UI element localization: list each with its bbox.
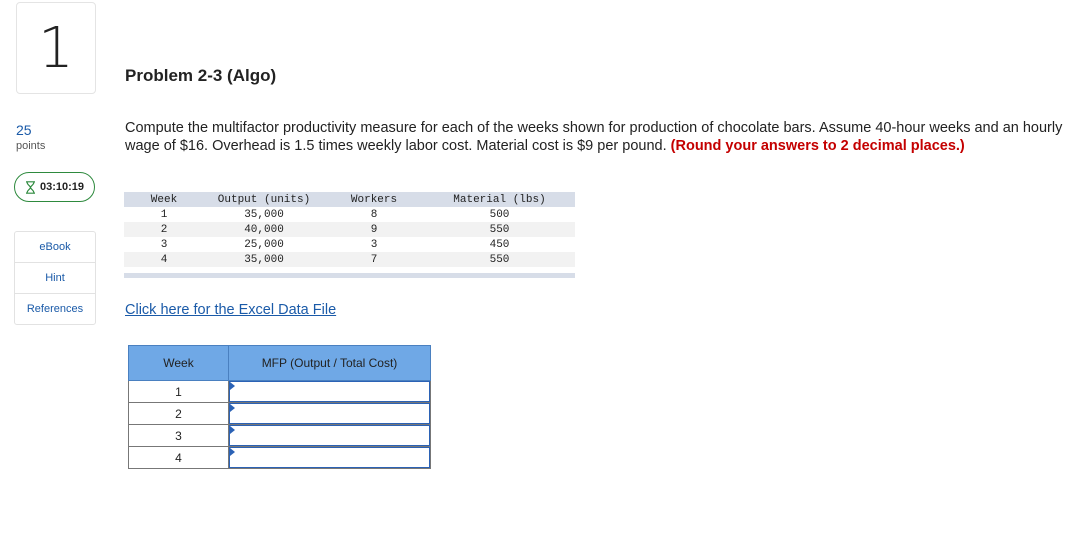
mfp-input-week-2[interactable] (229, 403, 430, 424)
table-row: 1 (128, 380, 431, 403)
data-cell: 550 (424, 222, 575, 237)
problem-title: Problem 2-3 (Algo) (125, 66, 277, 85)
ebook-link[interactable]: eBook (15, 232, 95, 263)
data-cell: 35,000 (244, 208, 284, 221)
answer-week-cell: 1 (128, 380, 229, 403)
answer-week-cell: 4 (128, 446, 229, 469)
data-cell: 4 (124, 252, 204, 267)
data-header-week: Week (124, 192, 204, 207)
data-cell: 40,000 (204, 222, 324, 237)
input-marker-icon (230, 426, 235, 434)
data-header-workers: Workers (324, 192, 424, 207)
tools-panel: eBook Hint References (14, 231, 96, 325)
answer-week-cell: 3 (128, 424, 229, 447)
table-row: 2 (128, 402, 431, 425)
question-text: Compute the multifactor productivity mea… (125, 119, 1070, 155)
data-header-output: Output (units) (204, 192, 324, 207)
data-cell: 3 (370, 238, 378, 251)
points-label: points (16, 140, 46, 152)
data-cell: 2 (124, 222, 204, 237)
data-cell: 8 (370, 208, 378, 221)
table-row: 4 35,000 7 550 (124, 252, 575, 267)
table-row: 4 (128, 446, 431, 469)
mfp-input-week-4[interactable] (229, 447, 430, 468)
table-row: 2 40,000 9 550 (124, 222, 575, 237)
table-row: 3 25,000 3 450 (124, 237, 575, 252)
timer: 03:10:19 (14, 172, 95, 202)
timer-value: 03:10:19 (39, 181, 85, 193)
table-row: 3 (128, 424, 431, 447)
data-cell: 450 (489, 238, 510, 251)
question-number: 1 (16, 2, 96, 94)
answer-input-cell (228, 424, 431, 447)
answer-table: Week MFP (Output / Total Cost) 1 2 3 4 (128, 345, 431, 469)
input-marker-icon (230, 382, 235, 390)
references-link[interactable]: References (15, 294, 95, 324)
data-cell: 1 (160, 208, 168, 221)
data-table-footer-bar (124, 273, 575, 278)
rounding-instruction: (Round your answers to 2 decimal places.… (670, 138, 965, 154)
data-header-material: Material (lbs) (424, 192, 575, 207)
data-cell: 500 (489, 208, 510, 221)
input-marker-icon (230, 404, 235, 412)
data-cell: 9 (324, 222, 424, 237)
points-value: 25 (16, 122, 32, 138)
answer-input-cell (228, 446, 431, 469)
hourglass-icon (25, 180, 35, 194)
hint-link[interactable]: Hint (15, 263, 95, 294)
data-cell: 3 (160, 238, 168, 251)
table-row: 1 35,000 8 500 (124, 207, 575, 222)
answer-header-week: Week (128, 345, 229, 381)
answer-header-mfp: MFP (Output / Total Cost) (228, 345, 431, 381)
data-cell: 25,000 (244, 238, 284, 251)
answer-input-cell (228, 380, 431, 403)
mfp-input-week-3[interactable] (229, 425, 430, 446)
input-marker-icon (230, 448, 235, 456)
excel-data-file-link[interactable]: Click here for the Excel Data File (125, 302, 336, 318)
points-block: 25 points (16, 122, 45, 152)
data-cell: 35,000 (204, 252, 324, 267)
answer-week-cell: 2 (128, 402, 229, 425)
data-cell: 550 (424, 252, 575, 267)
data-table: Week Output (units) Workers Material (lb… (124, 192, 575, 267)
data-cell: 7 (324, 252, 424, 267)
answer-input-cell (228, 402, 431, 425)
mfp-input-week-1[interactable] (229, 381, 430, 402)
